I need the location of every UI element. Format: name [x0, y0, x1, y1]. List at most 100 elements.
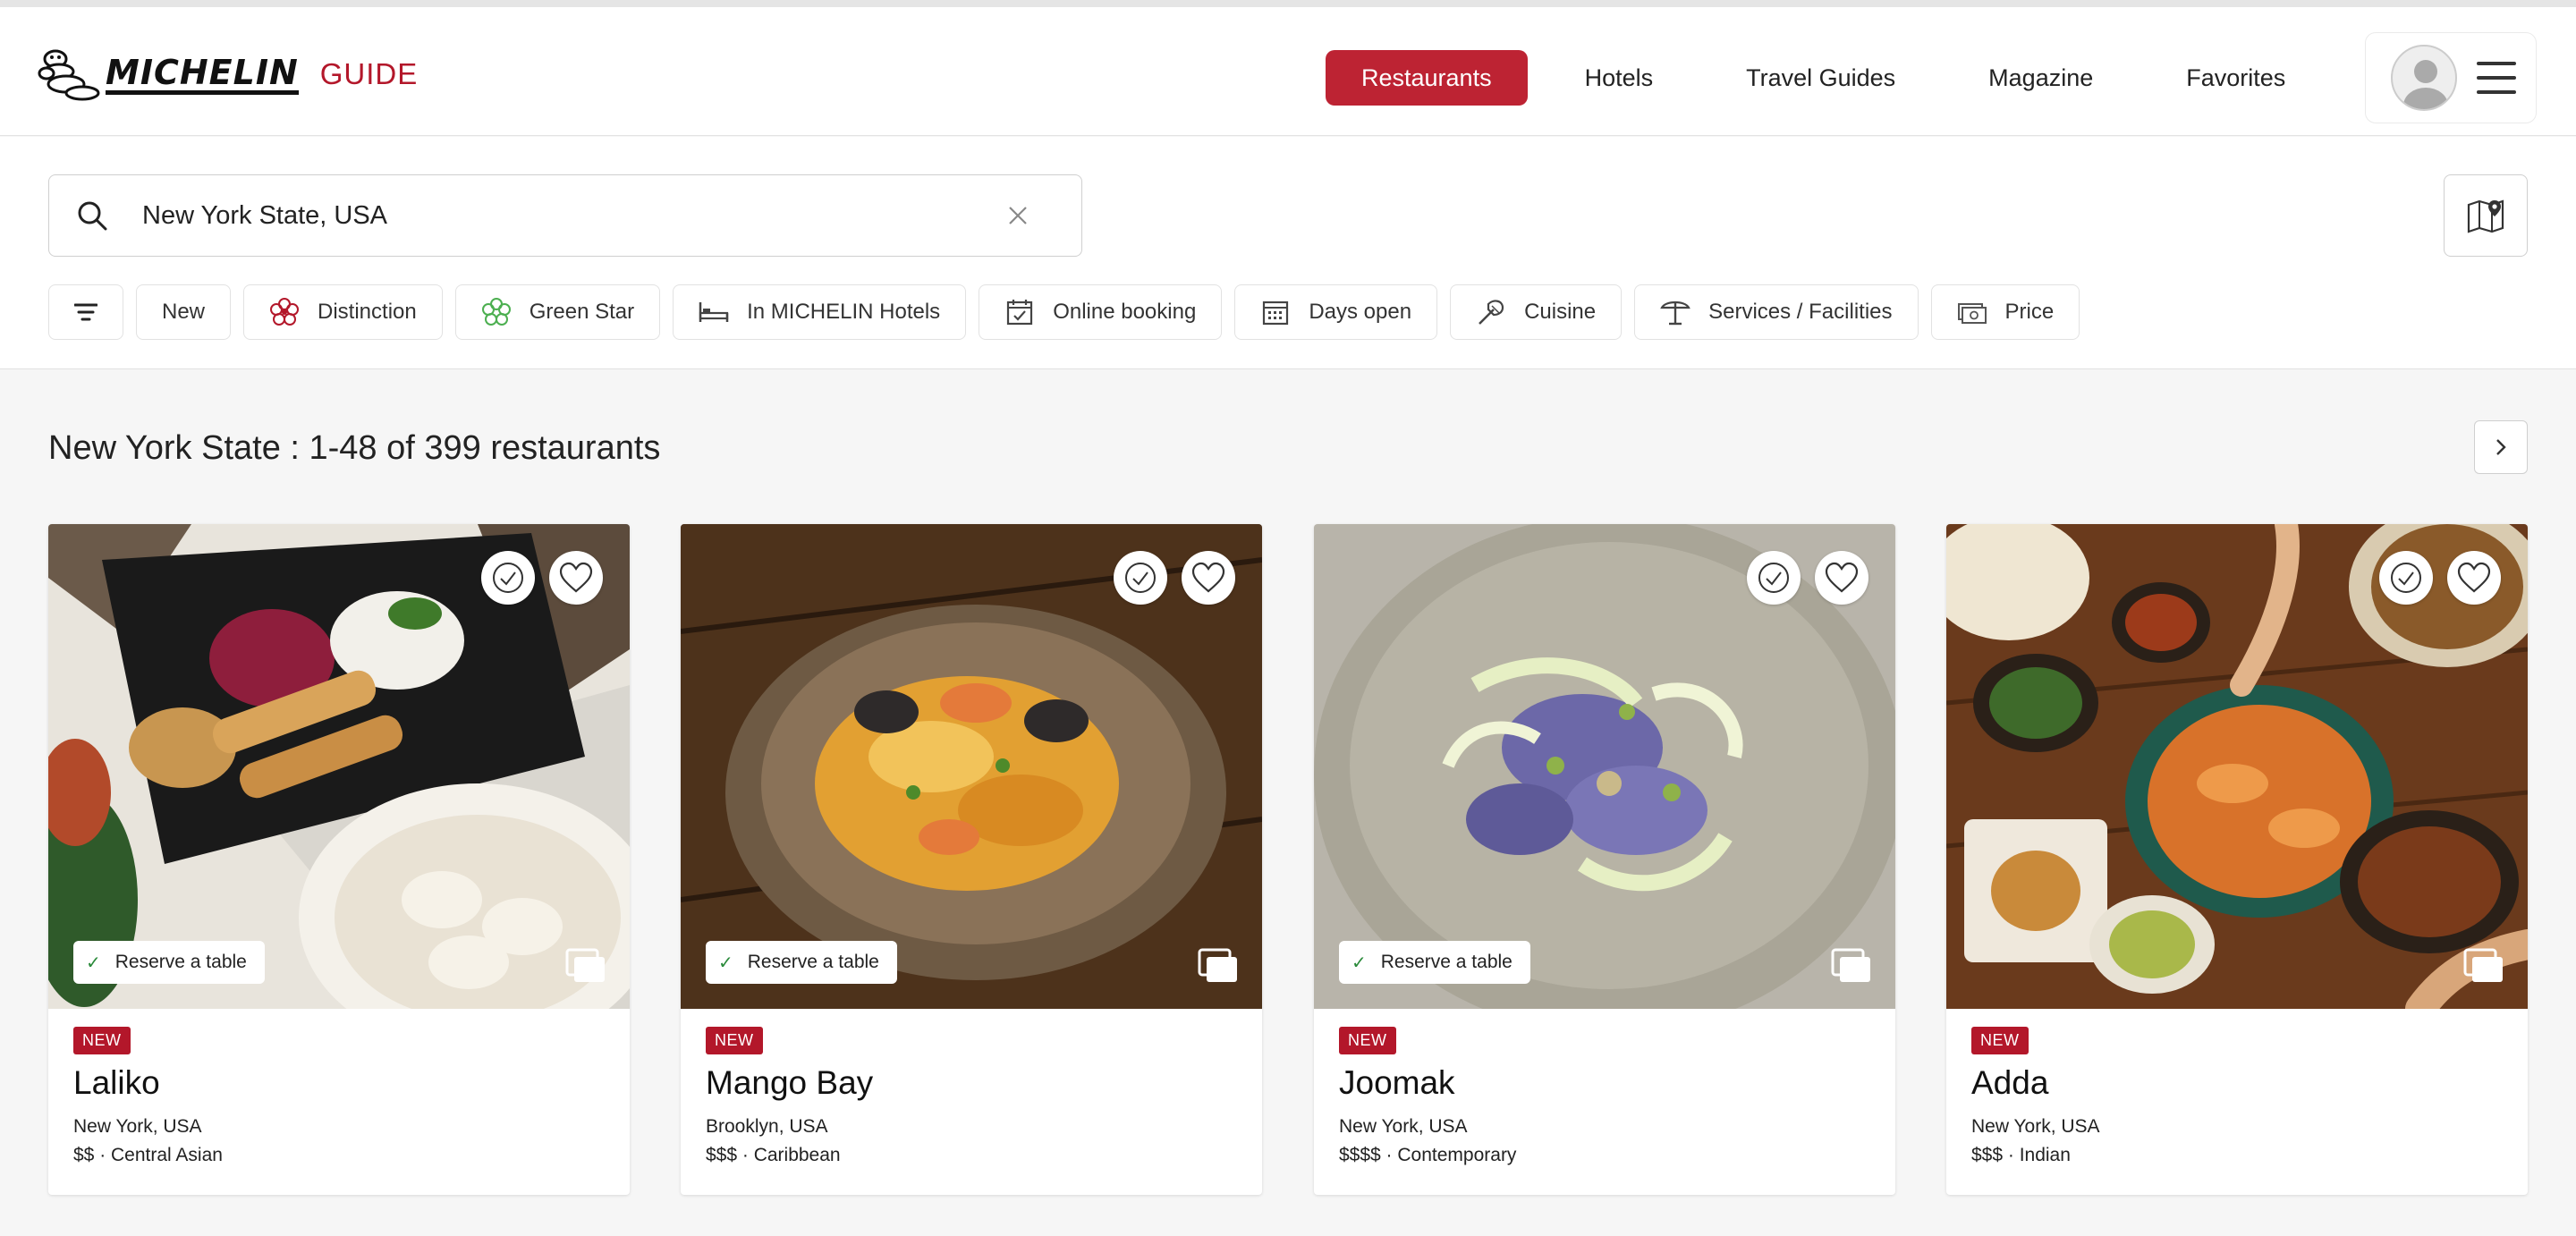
filter-green-star[interactable]: Green Star	[454, 284, 661, 340]
favorite-button[interactable]	[549, 551, 603, 605]
filter-days-open[interactable]: Days open	[1234, 284, 1438, 340]
filter-distinction[interactable]: Distinction	[243, 284, 443, 340]
restaurant-card-laliko[interactable]: ✓ Reserve a table NEW Laliko New York, U…	[48, 524, 630, 1195]
new-badge: NEW	[1339, 1027, 1396, 1054]
restaurant-price-cuisine: $$$$ · Contemporary	[1339, 1145, 1517, 1165]
top-border	[0, 0, 2576, 7]
map-view-button[interactable]	[2444, 174, 2528, 257]
filter-cuisine[interactable]: Cuisine	[1450, 284, 1623, 340]
avatar[interactable]	[2391, 45, 2457, 111]
filter-price[interactable]: Price	[1930, 284, 2080, 340]
card-body: NEW Mango Bay Brooklyn, USA $$$ · Caribb…	[681, 1009, 1262, 1195]
close-icon[interactable]	[1008, 206, 1028, 225]
reserve-label: Reserve a table	[114, 952, 247, 972]
restaurant-photo[interactable]	[1946, 524, 2528, 1009]
check-icon: ✓	[1352, 952, 1367, 973]
favorite-button[interactable]	[1815, 551, 1868, 605]
nav-magazine[interactable]: Magazine	[1942, 50, 2140, 106]
page: MICHELIN GUIDE Restaurants Hotels Travel…	[0, 0, 2576, 1236]
main-nav: Restaurants Hotels Travel Guides Magazin…	[1326, 50, 2332, 106]
reserve-table-badge[interactable]: ✓ Reserve a table	[73, 941, 265, 984]
gallery-icon[interactable]	[1198, 948, 1239, 984]
filter-in-michelin-hotels[interactable]: In MICHELIN Hotels	[673, 284, 967, 340]
gallery-icon[interactable]	[2463, 948, 2504, 984]
restaurant-location: Brooklyn, USA	[706, 1116, 828, 1137]
bed-icon	[699, 297, 729, 327]
restaurant-location: New York, USA	[73, 1116, 202, 1137]
been-there-button[interactable]	[2379, 551, 2433, 605]
been-there-button[interactable]	[1747, 551, 1801, 605]
search-band: New York State, USA New Distinction Gree…	[0, 137, 2576, 369]
restaurant-price-cuisine: $$$ · Caribbean	[706, 1145, 841, 1165]
restaurant-price-cuisine: $$ · Central Asian	[73, 1145, 223, 1165]
card-body: NEW Joomak New York, USA $$$$ · Contempo…	[1314, 1009, 1895, 1195]
restaurant-photo[interactable]: ✓ Reserve a table	[681, 524, 1262, 1009]
favorite-button[interactable]	[2447, 551, 2501, 605]
check-circle-icon	[1758, 563, 1789, 593]
heart-icon	[1825, 562, 1859, 593]
michelin-guide-logo[interactable]: MICHELIN GUIDE	[36, 43, 418, 106]
filter-label: Distinction	[318, 300, 417, 324]
been-there-button[interactable]	[481, 551, 535, 605]
money-icon	[1957, 297, 1987, 327]
filter-settings-button[interactable]	[48, 284, 123, 340]
filter-label: Price	[2004, 300, 2055, 324]
restaurant-photo[interactable]: ✓ Reserve a table	[1314, 524, 1895, 1009]
new-badge: NEW	[73, 1027, 131, 1054]
reserve-table-badge[interactable]: ✓ Reserve a table	[706, 941, 897, 984]
guide-wordmark: GUIDE	[319, 57, 419, 90]
cuisine-icon	[1476, 297, 1506, 327]
next-page-button[interactable]	[2474, 420, 2528, 474]
food-photo	[1946, 524, 2528, 1009]
filter-label: New	[162, 300, 206, 324]
gallery-icon[interactable]	[565, 948, 606, 984]
card-body: NEW Laliko New York, USA $$ · Central As…	[48, 1009, 630, 1195]
filter-new[interactable]: New	[136, 284, 232, 340]
filter-online-booking[interactable]: Online booking	[979, 284, 1223, 340]
bibendum-icon	[38, 49, 100, 101]
nav-favorites[interactable]: Favorites	[2140, 50, 2332, 106]
restaurant-location: New York, USA	[1339, 1116, 1468, 1137]
calendar-grid-icon	[1260, 297, 1291, 327]
green-star-icon	[481, 297, 512, 327]
restaurant-name[interactable]: Joomak	[1339, 1064, 1455, 1102]
new-badge: NEW	[1971, 1027, 2029, 1054]
restaurant-card-adda[interactable]: NEW Adda New York, USA $$$ · Indian	[1946, 524, 2528, 1195]
filter-label: Cuisine	[1524, 300, 1597, 324]
restaurant-price-cuisine: $$$ · Indian	[1971, 1145, 2071, 1165]
restaurant-name[interactable]: Laliko	[73, 1064, 160, 1102]
search-input[interactable]: New York State, USA	[48, 174, 1082, 257]
flower-icon	[269, 297, 300, 327]
reserve-table-badge[interactable]: ✓ Reserve a table	[1339, 941, 1530, 984]
restaurant-name[interactable]: Mango Bay	[706, 1064, 873, 1102]
user-menu[interactable]	[2365, 32, 2537, 123]
chevron-right-icon	[2496, 439, 2506, 455]
food-photo	[48, 524, 630, 1009]
nav-travel-guides[interactable]: Travel Guides	[1699, 50, 1942, 106]
map-icon	[2467, 199, 2504, 233]
filter-label: Days open	[1309, 300, 1412, 324]
favorite-button[interactable]	[1182, 551, 1235, 605]
restaurant-location: New York, USA	[1971, 1116, 2100, 1137]
nav-restaurants[interactable]: Restaurants	[1326, 50, 1528, 106]
filter-services-facilities[interactable]: Services / Facilities	[1634, 284, 1919, 340]
results-title: New York State : 1-48 of 399 restaurants	[48, 429, 661, 467]
restaurant-card-joomak[interactable]: ✓ Reserve a table NEW Joomak New York, U…	[1314, 524, 1895, 1195]
filter-label: Services / Facilities	[1708, 300, 1893, 324]
heart-icon	[559, 562, 593, 593]
reserve-label: Reserve a table	[747, 952, 879, 972]
check-circle-icon	[2391, 563, 2421, 593]
filter-bar: New Distinction Green Star In MICHELIN H…	[48, 284, 2080, 340]
been-there-button[interactable]	[1114, 551, 1167, 605]
restaurant-name[interactable]: Adda	[1971, 1064, 2048, 1102]
nav-hotels[interactable]: Hotels	[1538, 50, 1700, 106]
gallery-icon[interactable]	[1831, 948, 1872, 984]
food-photo	[1314, 524, 1895, 1009]
new-badge: NEW	[706, 1027, 763, 1054]
menu-icon[interactable]	[2477, 60, 2516, 96]
search-value[interactable]: New York State, USA	[142, 201, 1008, 231]
restaurant-photo[interactable]: ✓ Reserve a table	[48, 524, 630, 1009]
parasol-icon	[1660, 297, 1690, 327]
search-icon	[78, 201, 107, 231]
restaurant-card-mango-bay[interactable]: ✓ Reserve a table NEW Mango Bay Brooklyn…	[681, 524, 1262, 1195]
